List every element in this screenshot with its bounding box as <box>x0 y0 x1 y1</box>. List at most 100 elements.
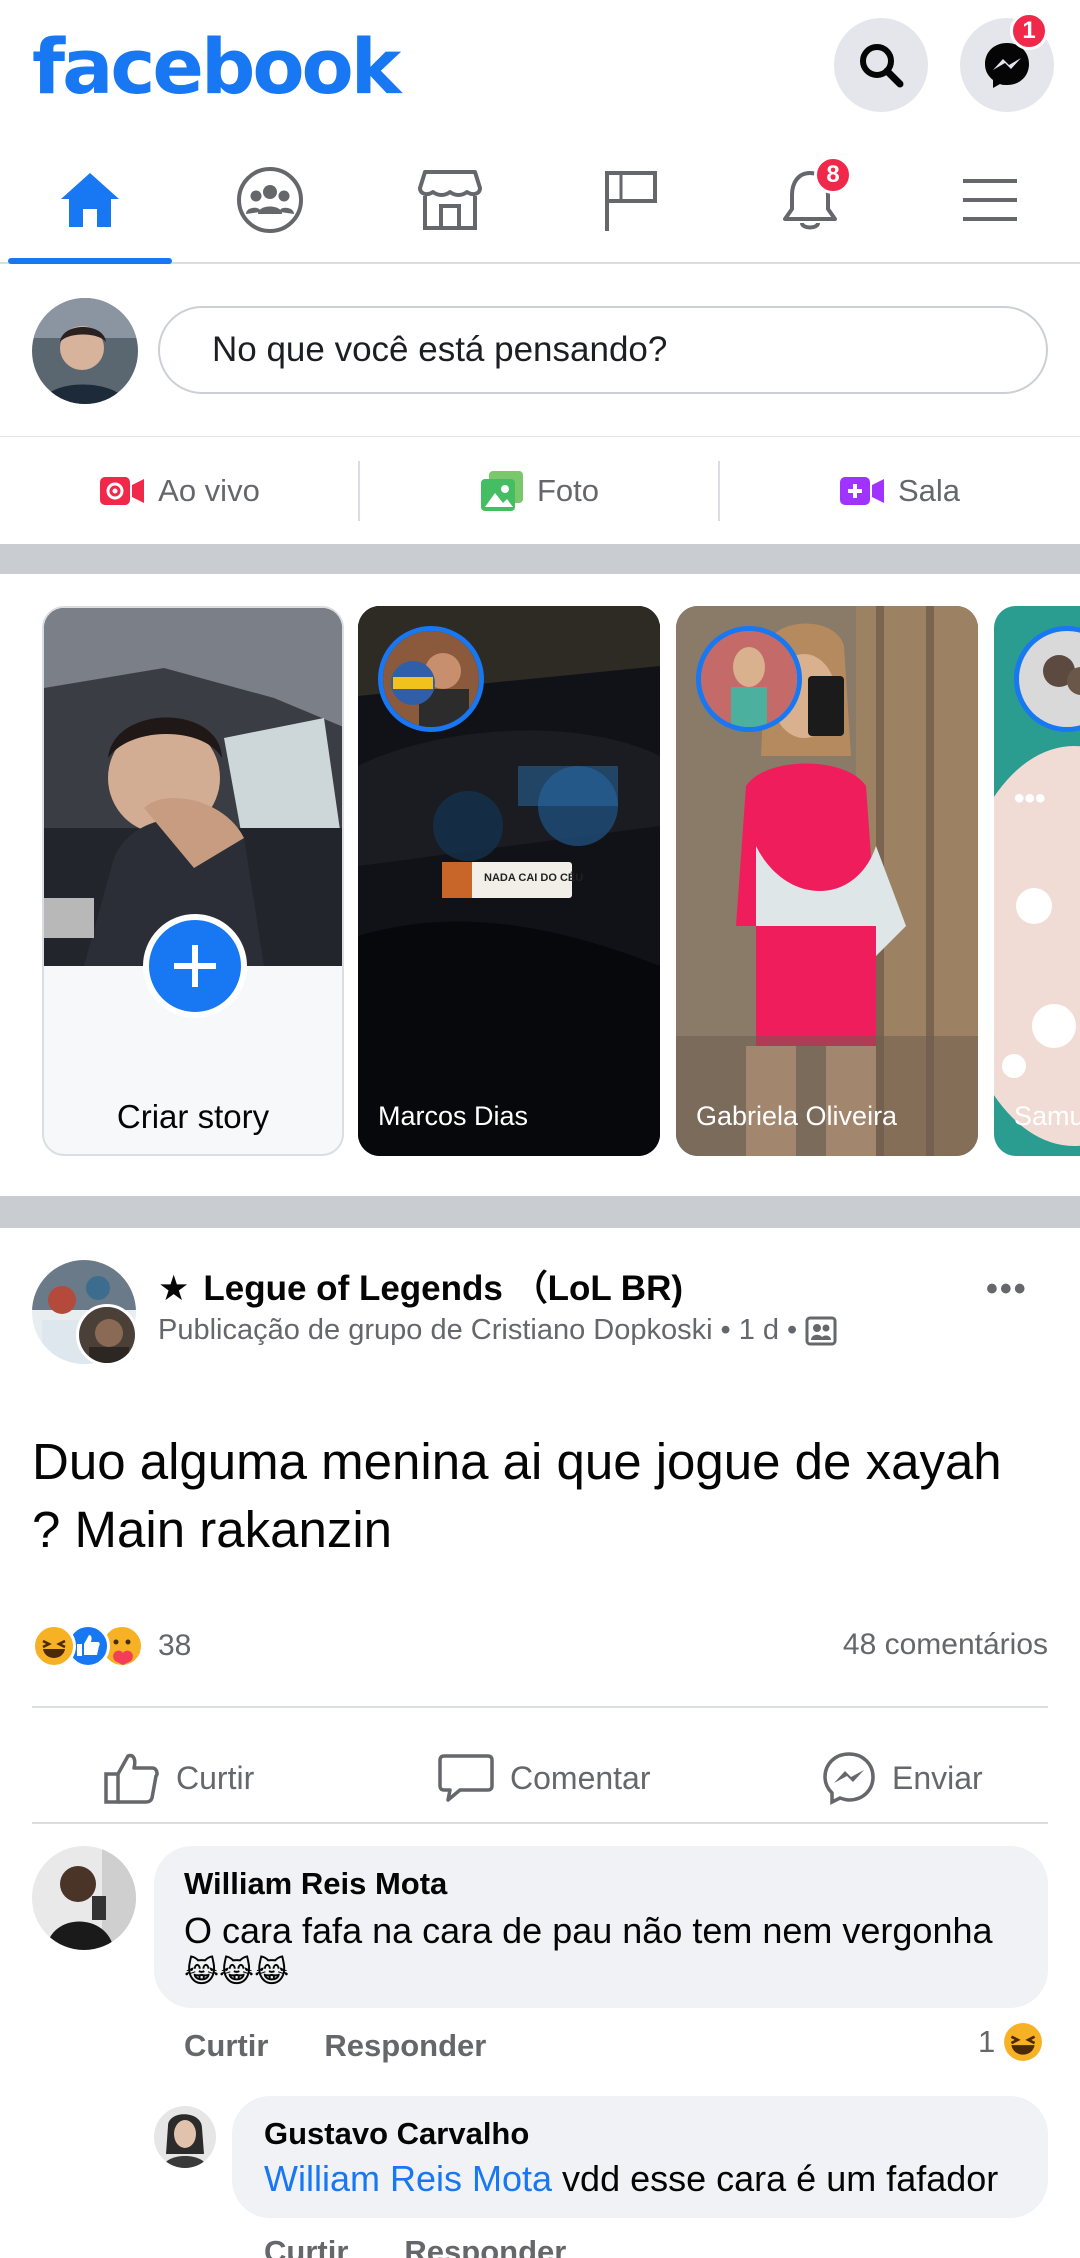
reply-author[interactable]: Gustavo Carvalho <box>264 2116 529 2152</box>
author-avatar[interactable] <box>76 1304 138 1366</box>
room-video-icon <box>839 477 884 505</box>
reply-body: vdd esse cara é um fafador <box>552 2158 999 2199</box>
live-video-icon <box>100 477 145 505</box>
dot-separator: • <box>720 1314 731 1346</box>
group-privacy-icon <box>805 1316 837 1345</box>
main-nav: 8 <box>0 138 1080 264</box>
tab-menu[interactable] <box>900 138 1080 262</box>
send-button[interactable]: Enviar <box>822 1728 983 1828</box>
reply-author-avatar[interactable] <box>154 2106 216 2168</box>
search-button[interactable] <box>834 18 928 112</box>
comment-author-photo <box>32 1846 136 1950</box>
story-card[interactable]: ••• Samu <box>994 606 1080 1156</box>
messenger-badge: 1 <box>1010 12 1048 50</box>
stories-tray: Criar story NADA CAI DO CÉU Marcos Dias <box>0 574 1080 1196</box>
facebook-logo[interactable]: facebook <box>32 22 401 111</box>
post-time[interactable]: 1 d <box>739 1314 779 1347</box>
reply-author-photo <box>154 2106 216 2168</box>
post-subtitle[interactable]: Publicação de grupo de Cristiano Dopkosk… <box>158 1314 713 1347</box>
reply-like-link[interactable]: Curtir <box>264 2234 348 2258</box>
whats-on-your-mind-input[interactable]: No que você está pensando? <box>158 306 1048 394</box>
send-label: Enviar <box>892 1759 983 1796</box>
tab-pages[interactable] <box>540 138 720 262</box>
photo-button[interactable]: Foto <box>360 437 720 545</box>
tab-marketplace[interactable] <box>360 138 540 262</box>
reaction-count: 38 <box>158 1629 192 1662</box>
haha-reaction-icon <box>1004 2023 1043 2061</box>
create-story-photo <box>44 608 342 966</box>
comment-emoji: 😹😹😹 <box>184 1956 290 1989</box>
active-tab-indicator <box>8 258 172 264</box>
group-name[interactable]: ★ Legue of Legends （LoL BR) <box>158 1260 683 1311</box>
live-label: Ao vivo <box>158 473 260 508</box>
story-name: Samu <box>1014 1101 1080 1131</box>
comment-author-avatar[interactable] <box>32 1846 136 1950</box>
photo-label: Foto <box>536 473 600 508</box>
comment-bubble: William Reis Mota O cara fafa na cara de… <box>154 1846 1048 2008</box>
tab-notifications[interactable]: 8 <box>720 138 900 262</box>
comment-label: Comentar <box>510 1759 651 1796</box>
star-icon: ★ <box>158 1269 190 1308</box>
comment-actions: Curtir Responder <box>184 2028 486 2064</box>
author-avatar-image <box>79 1307 135 1363</box>
divider <box>32 1822 1048 1824</box>
group-post: ★ Legue of Legends （LoL BR) Publicação de… <box>0 1228 1080 2258</box>
reaction-summary[interactable]: 38 <box>32 1624 191 1668</box>
mention-link[interactable]: William Reis Mota <box>264 2158 552 2199</box>
comment-button[interactable]: Comentar <box>438 1728 651 1828</box>
groups-icon <box>237 167 303 233</box>
comment-reply-link[interactable]: Responder <box>324 2028 486 2064</box>
menu-icon <box>963 179 1017 221</box>
plus-icon <box>174 945 216 987</box>
live-button[interactable]: Ao vivo <box>0 437 360 545</box>
tab-groups[interactable] <box>180 138 360 262</box>
reply-reply-link[interactable]: Responder <box>404 2234 566 2258</box>
top-bar: facebook 1 <box>0 0 1080 138</box>
haha-reaction-icon <box>32 1624 76 1668</box>
user-avatar-image <box>32 298 138 404</box>
comment-author[interactable]: William Reis Mota <box>184 1866 447 1902</box>
reply-actions: Curtir Responder <box>264 2234 566 2258</box>
reply-bubble: Gustavo Carvalho William Reis Mota vdd e… <box>232 2096 1048 2218</box>
section-separator <box>0 544 1080 574</box>
like-icon <box>104 1753 159 1804</box>
story-name: Marcos Dias <box>378 1101 529 1131</box>
comment-like-link[interactable]: Curtir <box>184 2028 268 2064</box>
create-story-card[interactable]: Criar story <box>42 606 344 1156</box>
post-meta: Publicação de grupo de Cristiano Dopkosk… <box>158 1314 837 1347</box>
reply-text: William Reis Mota vdd esse cara é um faf… <box>264 2156 998 2202</box>
divider <box>32 1706 1048 1708</box>
search-icon <box>860 44 904 88</box>
like-button[interactable]: Curtir <box>104 1728 254 1828</box>
story-card[interactable]: Gabriela Oliveira <box>676 606 978 1156</box>
tab-home[interactable] <box>0 138 180 264</box>
dot-separator: • <box>787 1314 798 1346</box>
story-author-photo <box>701 631 797 727</box>
comment-reactions[interactable]: 1 <box>978 2022 1043 2062</box>
story-name: Gabriela Oliveira <box>696 1101 898 1131</box>
story-author-photo <box>383 631 479 727</box>
comments-count[interactable]: 48 comentários <box>843 1628 1048 1662</box>
room-button[interactable]: Sala <box>720 437 1080 545</box>
story-author-avatar <box>696 626 802 732</box>
user-avatar[interactable] <box>32 298 138 404</box>
story-card[interactable]: NADA CAI DO CÉU Marcos Dias <box>358 606 660 1156</box>
room-label: Sala <box>897 473 961 508</box>
post-options-icon[interactable]: ••• <box>986 1270 1028 1309</box>
photo-icon <box>480 471 523 511</box>
more-icon: ••• <box>1014 782 1046 815</box>
like-label: Curtir <box>176 1759 255 1796</box>
section-separator <box>0 1196 1080 1228</box>
post-composer: No que você está pensando? <box>0 266 1080 436</box>
story-author-avatar <box>378 626 484 732</box>
messenger-send-icon <box>823 1752 875 1805</box>
post-text: Duo alguma menina ai que jogue de xayah … <box>32 1433 1002 1558</box>
comment-icon <box>438 1754 494 1802</box>
home-icon <box>61 173 119 227</box>
story-author-photo <box>1019 631 1080 727</box>
composer-actions: Ao vivo Foto Sala <box>0 436 1080 544</box>
add-story-button[interactable] <box>143 914 247 1018</box>
comment-text: O cara fafa na cara de pau não tem nem v… <box>184 1910 993 1951</box>
notifications-badge: 8 <box>814 156 852 194</box>
messenger-button[interactable]: 1 <box>960 12 1054 112</box>
